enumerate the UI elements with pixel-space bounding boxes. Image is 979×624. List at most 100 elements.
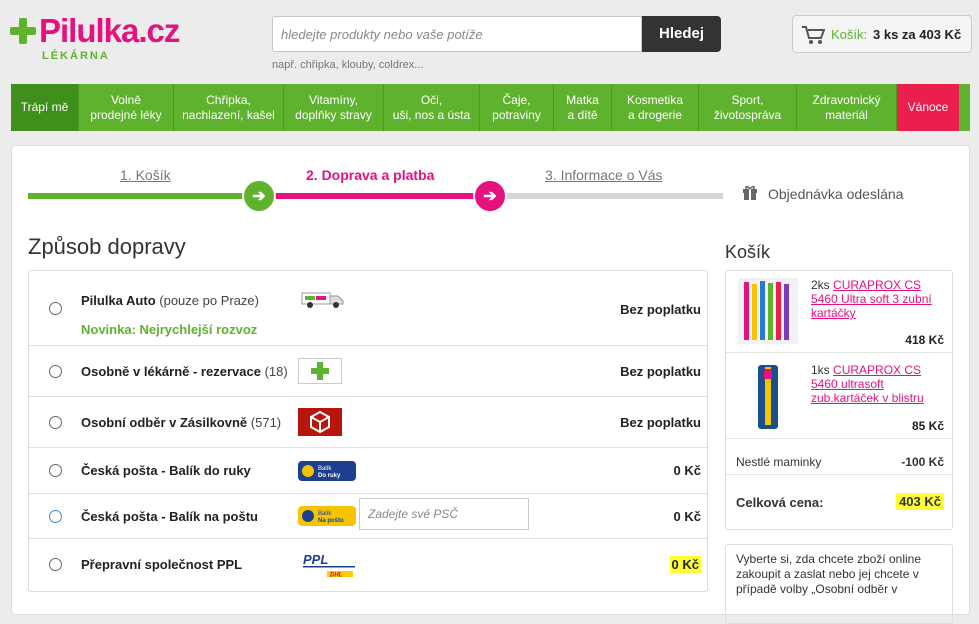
total-row: Celková cena: 403 Kč xyxy=(736,493,944,510)
step-arrow-icon: ➔ xyxy=(242,179,276,213)
cart-item-link[interactable]: CURAPROX CS 5460 Ultra soft 3 zubní kart… xyxy=(811,278,932,320)
nav-label: Volně prodejné léky xyxy=(90,92,162,122)
nav-item-zdravotnicky[interactable]: Zdravotnický materiál xyxy=(797,84,897,131)
nav-label: Zdravotnický materiál xyxy=(812,92,881,122)
shipping-option-pilulka-auto[interactable]: Pilulka Auto (pouze po Praze) Novinka: N… xyxy=(29,271,707,346)
checkout-panel: 1. Košík 2. Doprava a platba 3. Informac… xyxy=(11,145,970,624)
logo-text: Pilulka.cz xyxy=(39,12,180,49)
balik-do-ruky-logo-icon: Balík Do ruky xyxy=(298,461,356,481)
step-progress-done xyxy=(28,193,258,199)
search-input[interactable]: hledejte produkty nebo vaše potíže xyxy=(272,16,642,52)
step-informace[interactable]: 3. Informace o Vás xyxy=(545,167,663,183)
shipping-option-lekarna[interactable]: Osobně v lékárně - rezervace (18) Bez po… xyxy=(29,346,707,397)
step-doprava: 2. Doprava a platba xyxy=(306,167,435,183)
psc-input[interactable]: Zadejte své PSČ xyxy=(359,498,529,530)
nav-item-chripka[interactable]: Chřipka, nachlazení, kašel xyxy=(174,84,284,131)
radio-button[interactable] xyxy=(49,416,62,429)
cart-icon xyxy=(802,26,825,44)
nav-item-vanoce[interactable]: Vánoce xyxy=(897,84,959,131)
discount-label: Nestlé maminky xyxy=(736,455,822,469)
option-price: 0 Kč xyxy=(673,463,701,478)
cart-item-text: 2ks CURAPROX CS 5460 Ultra soft 3 zubní … xyxy=(811,278,932,320)
info-text: Vyberte si, zda chcete zboží online zako… xyxy=(725,544,953,624)
shipping-option-ppl[interactable]: Přepravní společnost PPL PPL DHL 0 Kč xyxy=(29,539,707,591)
cart-item: 1ks CURAPROX CS 5460 ultrasoft zub.kartá… xyxy=(726,353,952,439)
radio-button[interactable] xyxy=(49,365,62,378)
svg-text:Balík: Balík xyxy=(318,466,332,472)
nav-label: Matka a dítě xyxy=(566,92,599,122)
nav-label: Trápí mě xyxy=(20,100,69,114)
cart-item-price: 85 Kč xyxy=(911,419,944,433)
nav-label: Vitamíny, doplňky stravy xyxy=(295,92,372,122)
nav-item-kosmetika[interactable]: Kosmetika a drogerie xyxy=(612,84,699,131)
cart-button[interactable]: Košík: 3 ks za 403 Kč xyxy=(792,15,972,53)
option-price: Bez poplatku xyxy=(620,302,701,317)
svg-text:Na poštu: Na poštu xyxy=(318,518,344,524)
discount-value: -100 Kč xyxy=(901,455,944,469)
svg-text:Balík: Balík xyxy=(318,511,332,517)
ppl-logo-icon: PPL DHL xyxy=(303,552,355,579)
shipping-option-posta-do-ruky[interactable]: Česká pošta - Balík do ruky Balík Do ruk… xyxy=(29,448,707,494)
logo[interactable]: Pilulka.cz LÉKÁRNA xyxy=(10,12,210,64)
option-price: Bez poplatku xyxy=(620,415,701,430)
radio-button[interactable] xyxy=(49,464,62,477)
option-name: Česká pošta - Balík na poštu xyxy=(81,509,258,524)
radio-button[interactable] xyxy=(49,302,62,315)
option-name: Přepravní společnost PPL xyxy=(81,557,243,572)
search-hint: např. chřipka, klouby, coldrex... xyxy=(272,59,424,71)
nav-item-caje[interactable]: Čaje, potraviny xyxy=(480,84,554,131)
option-name: Česká pošta - Balík do ruky xyxy=(81,463,251,478)
option-price: 0 Kč xyxy=(669,556,701,573)
logo-subtitle: LÉKÁRNA xyxy=(42,50,110,62)
category-nav: Trápí mě Volně prodejné léky Chřipka, nach… xyxy=(11,84,970,131)
gift-icon xyxy=(743,185,757,200)
shipping-options: Pilulka Auto (pouze po Praze) Novinka: N… xyxy=(28,270,708,592)
radio-button[interactable] xyxy=(49,510,62,523)
nav-label: Vánoce xyxy=(907,100,949,114)
nav-item-volne-prodejne[interactable]: Volně prodejné léky xyxy=(79,84,174,131)
nav-item-trapi-me[interactable]: Trápí mě xyxy=(11,84,79,131)
nav-item-matka[interactable]: Matka a dítě xyxy=(554,84,612,131)
nav-label: Oči, uši, nos a ústa xyxy=(392,92,471,122)
logo-plus-icon xyxy=(10,18,36,44)
header: Pilulka.cz LÉKÁRNA hledejte produkty neb… xyxy=(0,0,979,80)
option-name: Osobní odběr v Zásilkovně (571) xyxy=(81,415,282,430)
option-price: 0 Kč xyxy=(673,509,701,524)
product-image[interactable] xyxy=(738,361,798,433)
svg-text:DHL: DHL xyxy=(330,573,343,579)
delivery-van-icon xyxy=(301,292,344,308)
option-name: Pilulka Auto (pouze po Praze) xyxy=(81,293,259,308)
option-name: Osobně v lékárně - rezervace (18) xyxy=(81,364,288,379)
product-image[interactable] xyxy=(738,278,798,344)
svg-text:Do ruky: Do ruky xyxy=(318,473,341,479)
svg-text:PPL: PPL xyxy=(303,552,328,567)
zasilkovna-logo-icon xyxy=(298,408,342,436)
total-label: Celková cena: xyxy=(736,495,824,510)
option-price: Bez poplatku xyxy=(620,364,701,379)
discount-row: Nestlé maminky -100 Kč xyxy=(736,455,944,469)
balik-na-postu-logo-icon: Balík Na poštu xyxy=(298,506,356,526)
cart-title: Košík xyxy=(725,242,771,262)
option-subtitle: Novinka: Nejrychlejší rozvoz xyxy=(81,322,258,337)
nav-label: Chřipka, nachlazení, kašel xyxy=(182,92,275,122)
cart-item: 2ks CURAPROX CS 5460 Ultra soft 3 zubní … xyxy=(726,271,952,353)
divider xyxy=(726,474,952,475)
radio-button[interactable] xyxy=(49,558,62,571)
nav-item-oci[interactable]: Oči, uši, nos a ústa xyxy=(384,84,480,131)
step-progress-current xyxy=(258,193,503,199)
step-progress-pending xyxy=(503,193,723,199)
nav-label: Sport, životospráva xyxy=(713,92,782,122)
shipping-option-zasilkovna[interactable]: Osobní odběr v Zásilkovně (571) Bez popl… xyxy=(29,397,707,448)
cart-summary-box: 2ks CURAPROX CS 5460 Ultra soft 3 zubní … xyxy=(725,270,953,530)
step-kosik[interactable]: 1. Košík xyxy=(120,167,171,183)
pharmacy-cross-icon xyxy=(298,358,342,384)
search-button[interactable]: Hledej xyxy=(642,16,721,52)
total-value: 403 Kč xyxy=(896,493,944,510)
shipping-option-posta-na-postu[interactable]: Česká pošta - Balík na poštu Balík Na po… xyxy=(29,494,707,539)
step-odeslana: Objednávka odeslána xyxy=(768,186,904,202)
checkout-steps: 1. Košík 2. Doprava a platba 3. Informac… xyxy=(28,166,948,216)
nav-item-vitaminy[interactable]: Vitamíny, doplňky stravy xyxy=(284,84,384,131)
cart-item-price: 418 Kč xyxy=(905,333,944,347)
shipping-title: Způsob dopravy xyxy=(28,234,186,259)
nav-item-sport[interactable]: Sport, životospráva xyxy=(699,84,797,131)
